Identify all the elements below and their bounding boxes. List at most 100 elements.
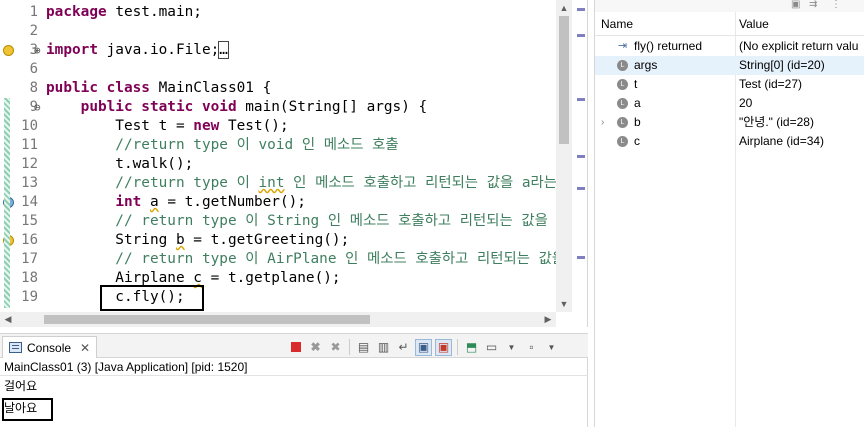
collapse-fold-icon[interactable]: ⊖: [34, 98, 41, 117]
line-number-row[interactable]: 8: [0, 79, 44, 98]
remove-all-terminated-button[interactable]: ✖: [327, 339, 344, 356]
code-line[interactable]: t.walk();: [46, 155, 193, 174]
vertical-scroll-thumb[interactable]: [559, 16, 569, 144]
overview-annotation[interactable]: [577, 155, 585, 158]
line-number: 10: [21, 118, 38, 134]
local-variable-icon: L: [617, 117, 628, 128]
show-type-names-icon[interactable]: ⇉: [809, 0, 817, 10]
close-icon[interactable]: ✕: [80, 341, 90, 355]
terminate-button[interactable]: [287, 339, 304, 356]
remove-launch-button[interactable]: ✖: [307, 339, 324, 356]
collapse-all-icon[interactable]: ▣: [791, 0, 800, 10]
code-token: int: [258, 175, 285, 191]
console-output-area[interactable]: 걸어요 날아요: [0, 375, 588, 427]
code-token: // return type 이 String 인 메소드 호출하고 리턴되는 …: [46, 213, 556, 229]
code-line[interactable]: Test t = new Test();: [46, 117, 288, 136]
variable-row[interactable]: › Lb "안녕." (id=28): [595, 113, 864, 132]
column-header-name[interactable]: Name: [601, 12, 633, 36]
clear-console-button[interactable]: ▤: [355, 339, 372, 356]
editor-vertical-scrollbar[interactable]: ▲ ▼: [556, 0, 572, 312]
code-line[interactable]: //return type 이 void 인 메소드 호출: [46, 136, 399, 155]
line-number: 12: [21, 156, 38, 172]
code-token: //return type 이 void 인 메소드 호출: [46, 137, 399, 153]
code-token: String: [46, 232, 176, 248]
line-number-row[interactable]: 3 ⊕: [0, 41, 44, 60]
remove-launch-icon: ✖: [310, 340, 321, 354]
expand-fold-icon[interactable]: ⊕: [34, 41, 41, 60]
code-token: = t.getplane();: [201, 270, 341, 286]
code-line[interactable]: package test.main;: [46, 3, 202, 22]
code-line[interactable]: int a = t.getNumber();: [46, 193, 306, 212]
pin-console-button[interactable]: ⬒: [463, 339, 480, 356]
code-line[interactable]: //return type 이 int 인 메소드 호출하고 리턴되는 값을 a…: [46, 174, 556, 193]
variable-value: 20: [739, 96, 753, 110]
code-token: main(String[] args) {: [236, 99, 428, 115]
highlighted-output-box: [2, 398, 53, 421]
line-number-row[interactable]: 1: [0, 3, 44, 22]
word-wrap-button[interactable]: ↵: [395, 339, 412, 356]
variable-name: a: [634, 96, 641, 110]
scroll-down-icon[interactable]: ▼: [556, 296, 572, 312]
clear-console-icon: ▤: [357, 340, 370, 354]
open-console-button[interactable]: ▫: [523, 339, 540, 356]
open-console-dropdown[interactable]: ▼: [543, 339, 560, 356]
chevron-right-icon[interactable]: ›: [601, 113, 604, 132]
editor-horizontal-scrollbar[interactable]: ◀ ▶: [0, 312, 556, 327]
code-line[interactable]: public static void main(String[] args) {: [46, 98, 428, 117]
variable-value: (No explicit return valu: [739, 39, 859, 53]
overview-annotation[interactable]: [577, 34, 585, 37]
view-menu-icon[interactable]: ⋮: [831, 0, 841, 10]
code-token: t.walk();: [46, 156, 194, 172]
line-number-row[interactable]: 6: [0, 60, 44, 79]
line-number: 19: [21, 289, 38, 305]
local-variable-icon: L: [617, 98, 628, 109]
tab-console[interactable]: Console ✕: [2, 336, 98, 358]
scroll-up-icon[interactable]: ▲: [556, 0, 572, 16]
variable-row[interactable]: La 20: [595, 94, 864, 113]
horizontal-scroll-thumb[interactable]: [44, 315, 370, 324]
code-area[interactable]: package test.main; import java.io.File;… p…: [46, 0, 556, 312]
code-line[interactable]: public class MainClass01 {: [46, 79, 271, 98]
chevron-down-icon: ▼: [507, 342, 516, 352]
code-line[interactable]: // return type 이 AirPlane 인 메소드 호출하고 리턴되…: [46, 250, 556, 269]
code-line[interactable]: String b = t.getGreeting();: [46, 231, 349, 250]
code-line[interactable]: import java.io.File;…: [46, 41, 229, 60]
local-variable-icon: L: [617, 79, 628, 90]
warning-icon[interactable]: [3, 45, 14, 56]
pin-console-icon: ⬒: [465, 340, 478, 354]
show-on-error-button[interactable]: ▣: [435, 338, 452, 356]
variable-row[interactable]: Largs String[0] (id=20): [595, 56, 864, 75]
scroll-right-icon[interactable]: ▶: [540, 312, 556, 327]
scroll-left-icon[interactable]: ◀: [0, 312, 16, 327]
variable-name: b: [634, 115, 641, 129]
scroll-lock-icon: ▥: [377, 340, 390, 354]
variable-value: Airplane (id=34): [739, 134, 825, 148]
overview-annotation[interactable]: [577, 187, 585, 190]
code-line[interactable]: // return type 이 String 인 메소드 호출하고 리턴되는 …: [46, 212, 556, 231]
word-wrap-icon: ↵: [398, 340, 409, 354]
remove-all-icon: ✖: [330, 340, 341, 354]
code-token: MainClass01 {: [149, 80, 272, 96]
variable-value: Test (id=27): [739, 77, 803, 91]
variable-row[interactable]: ⇥ fly() returned (No explicit return valu: [595, 37, 864, 56]
display-selected-console-button[interactable]: ▭: [483, 339, 500, 356]
variable-row[interactable]: Lt Test (id=27): [595, 75, 864, 94]
overview-annotation[interactable]: [577, 8, 585, 11]
variable-name: c: [634, 134, 640, 148]
console-icon: [9, 342, 22, 353]
overview-annotation[interactable]: [577, 256, 585, 259]
chevron-down-icon: ▼: [547, 342, 556, 352]
variable-name: args: [634, 58, 658, 72]
display-console-dropdown[interactable]: ▼: [503, 339, 520, 356]
code-token: b: [175, 232, 185, 248]
variable-row[interactable]: Lc Airplane (id=34): [595, 132, 864, 151]
overview-ruler[interactable]: [572, 0, 587, 312]
line-number-row[interactable]: 2: [0, 22, 44, 41]
column-header-value[interactable]: Value: [739, 12, 769, 36]
console-view: Console ✕ ✖ ✖ ▤ ▥ ↵ ▣ ▣ ⬒ ▭ ▼ ▫ ▼ MainCl…: [0, 333, 588, 427]
show-on-output-button[interactable]: ▣: [415, 338, 432, 356]
line-number: 17: [21, 251, 38, 267]
scroll-lock-button[interactable]: ▥: [375, 339, 392, 356]
java-editor[interactable]: 1 2 3 ⊕ 6 8 9 ⊖ 10 11 12 13 14 15 16 17 18 19 package tes…: [0, 0, 588, 327]
overview-annotation[interactable]: [577, 98, 585, 101]
